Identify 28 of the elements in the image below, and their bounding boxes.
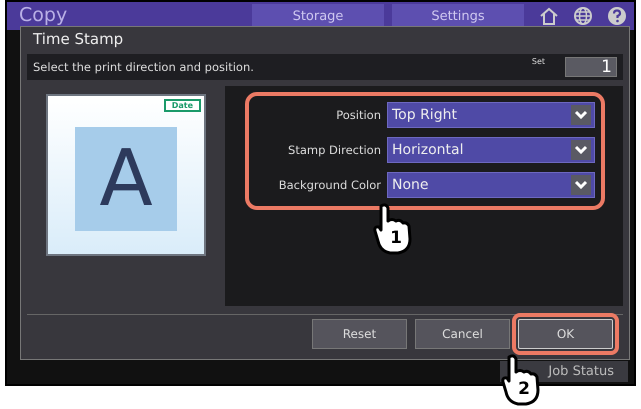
field-label: Stamp Direction [287,143,381,157]
step-number: 2 [517,379,531,399]
help-icon[interactable] [606,5,628,27]
dropdown-value: Horizontal [392,142,464,158]
chevron-down-icon [571,105,591,125]
dialog-button[interactable]: Cancel [415,319,510,349]
dropdown[interactable]: None [387,172,595,198]
chevron-down-icon [571,175,591,195]
chevron-down-icon [571,140,591,160]
dropdown-value: Top Right [392,107,457,123]
nav-tab[interactable]: Storage [252,4,384,28]
page-letter: A [75,127,177,231]
field-label: Background Color [278,178,381,192]
dropdown[interactable]: Top Right [387,102,595,128]
nav-tab[interactable]: Settings [392,4,524,28]
field-label: Position [335,108,381,122]
app-title: Copy [18,3,68,26]
dropdown-value: None [392,177,429,193]
globe-icon[interactable] [572,5,594,27]
dialog-title: Time Stamp [32,29,124,50]
date-stamp: Date [164,99,201,112]
dialog-button[interactable]: Reset [312,319,407,349]
instruction-text: Select the print direction and position. [33,60,255,74]
home-icon[interactable] [538,5,560,27]
dropdown[interactable]: Horizontal [387,137,595,163]
set-label: Set [532,57,545,66]
step-number: 1 [389,228,403,248]
set-count-field[interactable]: 1 [565,57,617,77]
